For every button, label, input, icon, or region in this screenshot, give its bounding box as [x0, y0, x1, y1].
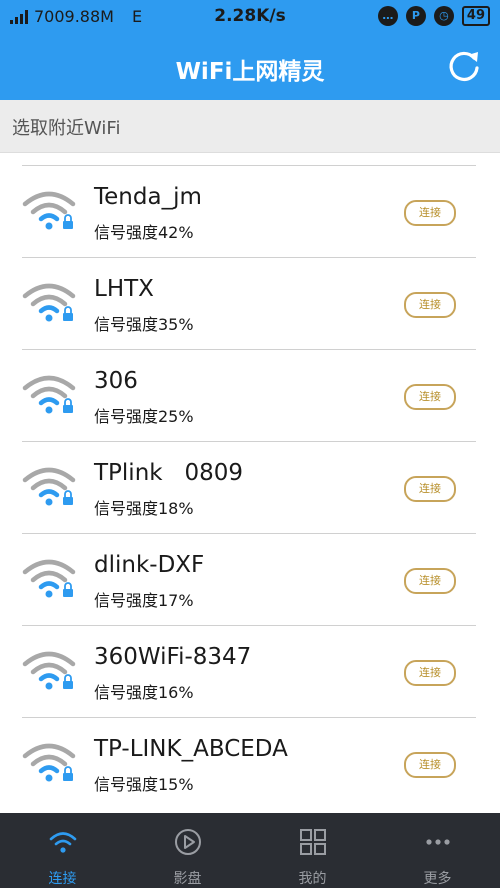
section-header: 选取附近WiFi: [0, 100, 500, 153]
more-icon: [425, 839, 450, 845]
wifi-signal: 信号强度35%: [94, 315, 194, 334]
wifi-signal: 信号强度17%: [94, 591, 194, 610]
wifi-locked-icon: [22, 559, 76, 598]
connect-button[interactable]: 连接: [404, 200, 456, 226]
section-label: 选取附近WiFi: [12, 118, 121, 139]
status-right: … P ◷ 49: [377, 6, 490, 26]
refresh-icon[interactable]: [444, 46, 484, 86]
wifi-icon: [49, 832, 76, 853]
wifi-locked-icon: [22, 743, 76, 782]
tab-more[interactable]: 更多: [375, 813, 500, 888]
wifi-name: 306: [94, 368, 138, 394]
wifi-list-item[interactable]: TP-LINK_ABCEDA 信号强度15% 连接: [22, 717, 476, 810]
wifi-name: TPlink 0809: [94, 460, 244, 486]
grid-icon: [299, 829, 326, 855]
tab-label: 我的: [298, 871, 327, 887]
wifi-signal: 信号强度42%: [94, 223, 194, 242]
battery-indicator: 49: [461, 6, 490, 26]
tab-label: 连接: [48, 871, 77, 887]
wifi-locked-icon: [22, 191, 76, 230]
wifi-name: TP-LINK_ABCEDA: [94, 736, 288, 762]
connect-button[interactable]: 连接: [404, 476, 456, 502]
page-title: WiFi上网精灵: [175, 59, 325, 85]
chat-icon: …: [377, 6, 398, 26]
tab-connect[interactable]: 连接: [0, 813, 125, 888]
wifi-list-item[interactable]: TPlink 0809 信号强度18% 连接: [22, 441, 476, 534]
title-bar: WiFi上网精灵: [0, 34, 500, 100]
connect-button[interactable]: 连接: [404, 292, 456, 318]
wifi-locked-icon: [22, 651, 76, 690]
wifi-list-item[interactable]: 306 信号强度25% 连接: [22, 349, 476, 442]
connect-button[interactable]: 连接: [404, 752, 456, 778]
wifi-list-item[interactable]: LHTX 信号强度35% 连接: [22, 257, 476, 350]
connect-button[interactable]: 连接: [404, 568, 456, 594]
tab-video[interactable]: 影盘: [125, 813, 250, 888]
wifi-name: 360WiFi-8347: [94, 644, 252, 670]
wifi-list-item[interactable]: Tenda_jm 信号强度42% 连接: [22, 165, 476, 258]
wifi-signal: 信号强度18%: [94, 499, 194, 518]
wifi-signal: 信号强度15%: [94, 775, 194, 794]
tab-mine[interactable]: 我的: [250, 813, 375, 888]
tab-label: 影盘: [173, 871, 202, 887]
tab-label: 更多: [423, 871, 452, 887]
play-icon: [174, 829, 201, 855]
connect-button[interactable]: 连接: [404, 660, 456, 686]
wifi-list-item[interactable]: dlink-DXF 信号强度17% 连接: [22, 533, 476, 626]
wifi-name: Tenda_jm: [94, 184, 202, 210]
wifi-locked-icon: [22, 283, 76, 322]
status-bar: 7009.88M E 2.28K/s … P ◷ 49: [0, 0, 500, 34]
wifi-list-item[interactable]: 360WiFi-8347 信号强度16% 连接: [22, 625, 476, 718]
connect-button[interactable]: 连接: [404, 384, 456, 410]
wifi-locked-icon: [22, 467, 76, 506]
alarm-icon: ◷: [433, 6, 454, 26]
wifi-name: LHTX: [94, 276, 154, 302]
wifi-name: dlink-DXF: [94, 552, 205, 578]
wifi-list[interactable]: Tenda_jm 信号强度42% 连接 LHTX 信号强度35% 连接 306 …: [0, 153, 500, 813]
wifi-locked-icon: [22, 375, 76, 414]
bottom-tab-bar: 连接 影盘 我的 更多: [0, 813, 500, 888]
wifi-signal: 信号强度25%: [94, 407, 194, 426]
p-app-icon: P: [405, 6, 426, 26]
wifi-signal: 信号强度16%: [94, 683, 194, 702]
